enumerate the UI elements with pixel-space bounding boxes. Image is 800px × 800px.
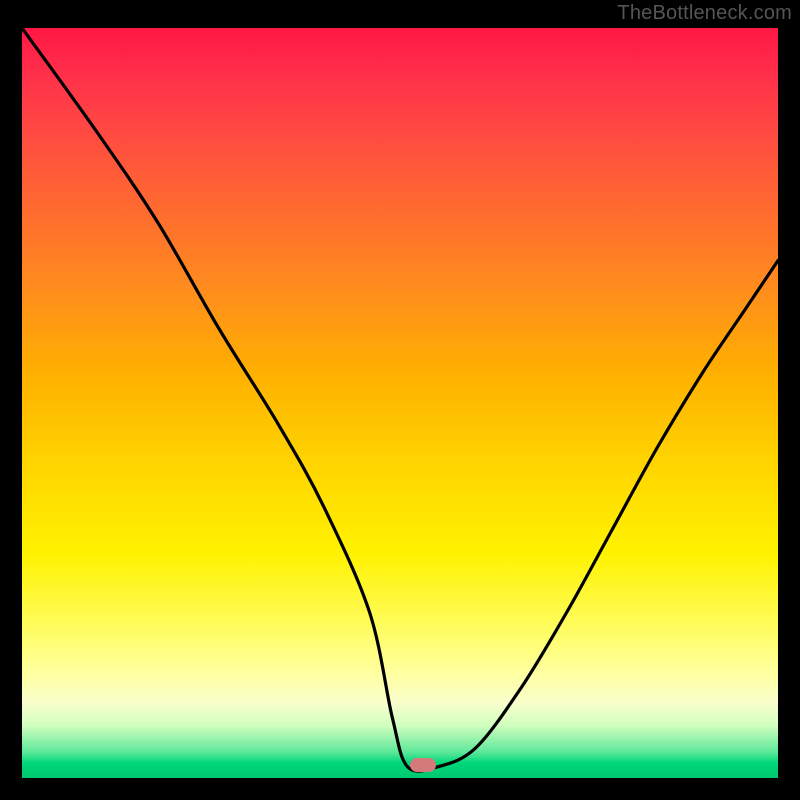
chart-stage: TheBottleneck.com bbox=[0, 0, 800, 800]
plot-area bbox=[22, 28, 778, 778]
optimal-marker bbox=[410, 758, 436, 772]
bottleneck-curve bbox=[22, 28, 778, 778]
curve-path bbox=[22, 28, 778, 771]
watermark-text: TheBottleneck.com bbox=[617, 2, 792, 25]
